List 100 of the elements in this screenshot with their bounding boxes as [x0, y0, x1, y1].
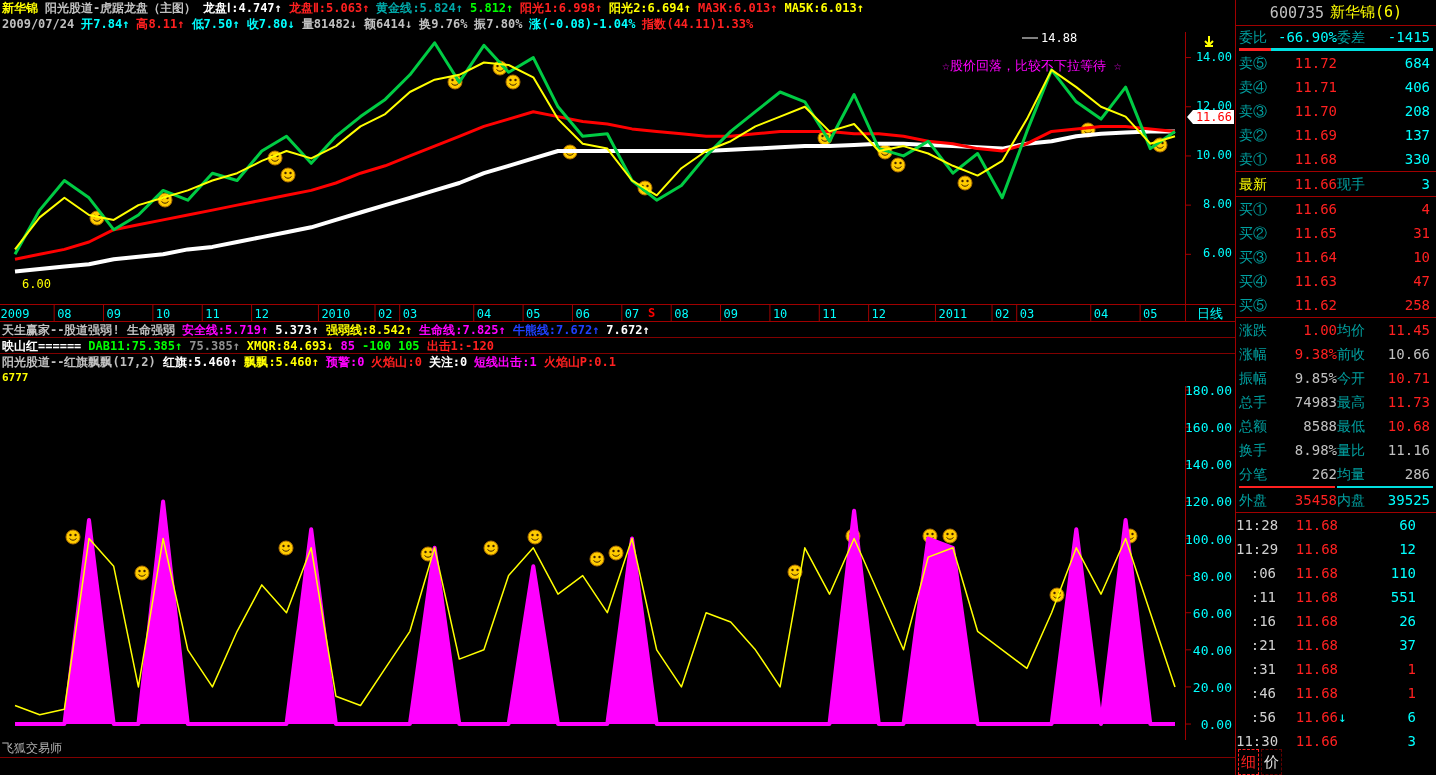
smiley-icon [505, 74, 521, 90]
field-value: 8588 [1302, 417, 1337, 436]
quote-value: 开7.84↑ [81, 16, 130, 32]
order-level: 卖① [1239, 150, 1268, 169]
x-tick-label: 07 [624, 307, 640, 321]
indicator-value: MA3K:6.013↑ [697, 0, 778, 16]
indicator-value: 短线出击:1 [474, 354, 537, 370]
indicator-value: 新华锦 [2, 0, 38, 16]
smiley-icon [942, 528, 958, 544]
panel-tab[interactable]: 价 [1261, 749, 1282, 775]
peak-label: 14.88 [1021, 32, 1078, 45]
stock-code: 600735 [1269, 3, 1325, 22]
x-tick-label: 11 [822, 307, 837, 321]
field-value: 11.45 [1386, 321, 1430, 340]
order-volume: 208 [1403, 102, 1430, 121]
tick-price: 11.68 [1294, 636, 1338, 655]
indicator-value: 5.373↑ [275, 322, 319, 337]
field-value: 39525 [1386, 491, 1430, 510]
field-label: 今开 [1337, 369, 1366, 388]
quote-value: 量81482↓ [301, 16, 358, 32]
indicator-value: 强弱线:8.542↑ [325, 322, 413, 337]
tick-volume: 1 [1406, 660, 1416, 679]
chart-note: ☆股价回落，比较不下拉等待 ☆ [942, 58, 1122, 73]
quote-value: 额6414↓ [364, 16, 413, 32]
field-label: 最新 [1239, 175, 1268, 194]
indicator-value: 红旗:5.460↑ [162, 354, 238, 370]
order-price: 11.69 [1293, 126, 1337, 145]
tick-price: 11.68 [1294, 564, 1338, 583]
field-value: 10.68 [1386, 417, 1430, 436]
order-price: 11.70 [1293, 102, 1337, 121]
y-tick-label: 180.00 [1185, 386, 1232, 399]
x-tick-label: 09 [106, 307, 121, 321]
order-level: 卖② [1239, 126, 1268, 145]
order-level: 买⑤ [1239, 296, 1268, 315]
order-level: 卖⑤ [1239, 54, 1268, 73]
x-tick-label: 03 [1019, 307, 1035, 321]
tick-direction: ↓ [1338, 708, 1348, 727]
indicator-value: 105 [397, 338, 420, 353]
x-tick-label: 10 [155, 307, 171, 321]
field-label: 前收 [1337, 345, 1366, 364]
tick-time: :11 [1249, 588, 1276, 607]
field-label: 现手 [1337, 175, 1366, 194]
indicator-value: 牛熊线:7.672↑ [512, 322, 600, 337]
smiley-icon [1049, 587, 1065, 603]
field-value: 11.16 [1386, 441, 1430, 460]
field-value: 286 [1403, 465, 1430, 484]
smiley-icon [1080, 122, 1096, 138]
order-level: 卖③ [1239, 102, 1268, 121]
indicator-value: 火焰山:0 [371, 354, 422, 370]
tick-price: 11.68 [1294, 540, 1338, 559]
smiley-icon [608, 545, 624, 561]
indicator-value: -100 [362, 338, 391, 353]
smiley-icon [1152, 137, 1168, 153]
tick-volume: 110 [1389, 564, 1416, 583]
field-label: 分笔 [1239, 465, 1268, 484]
x-tick-label: 09 [723, 307, 738, 321]
order-volume: 137 [1403, 126, 1430, 145]
field-value: 1.00 [1302, 321, 1337, 340]
field-label: 委比 [1239, 28, 1268, 47]
order-price: 11.72 [1293, 54, 1337, 73]
tick-time: :21 [1249, 636, 1276, 655]
x-tick-label: 08 [674, 307, 689, 321]
field-label: 均价 [1337, 321, 1366, 340]
smiley-icon [562, 144, 578, 160]
order-price: 11.71 [1293, 78, 1337, 97]
y-tick-label: 140.00 [1185, 457, 1232, 473]
smiley-icon [787, 564, 803, 580]
quote-value: 换9.76% [419, 16, 468, 32]
smiley-icon [447, 74, 463, 90]
quote-value: 振7.80% [474, 16, 523, 32]
indicator-value: 5.812↑ [469, 0, 514, 16]
panel-tab[interactable]: 细 [1238, 749, 1259, 775]
x-tick-label: 2009 [0, 307, 30, 321]
smiley-icon [877, 144, 893, 160]
indicator-value: 生命强弱 [126, 322, 175, 337]
indicator-value: 生命线:7.825↑ [419, 322, 506, 337]
field-label: 总手 [1239, 393, 1268, 412]
order-price: 11.64 [1293, 248, 1337, 267]
y-tick-label: 40.00 [1192, 642, 1232, 658]
y-tick-label: 160.00 [1185, 420, 1232, 436]
y-tick-label: 0.00 [1200, 717, 1232, 733]
download-icon[interactable] [1204, 35, 1214, 47]
quote-value: 高8.11↑ [136, 16, 185, 32]
tick-price: 11.68 [1294, 612, 1338, 631]
indicator-value: 85 [340, 338, 355, 353]
x-tick-label: 04 [476, 307, 492, 321]
indicator-value: 出击1:-120 [426, 338, 494, 353]
x-tick-label: 08 [57, 307, 72, 321]
quote-value: 涨(-0.08)-1.04% [529, 16, 636, 32]
smiley-icon [890, 157, 906, 173]
period-label: 日线 [1197, 306, 1223, 321]
smiley-icon [65, 529, 81, 545]
y-tick-label: 120.00 [1185, 494, 1232, 510]
smiley-icon [957, 175, 973, 191]
field-value: 9.85% [1293, 369, 1337, 388]
field-value: -66.90% [1277, 28, 1337, 47]
tick-volume: 37 [1398, 636, 1416, 655]
price-tag: 11.66 [1187, 110, 1234, 125]
indicator-value: MA5K:6.013↑ [784, 0, 864, 16]
quote-value: 收7.80↓ [246, 16, 295, 32]
